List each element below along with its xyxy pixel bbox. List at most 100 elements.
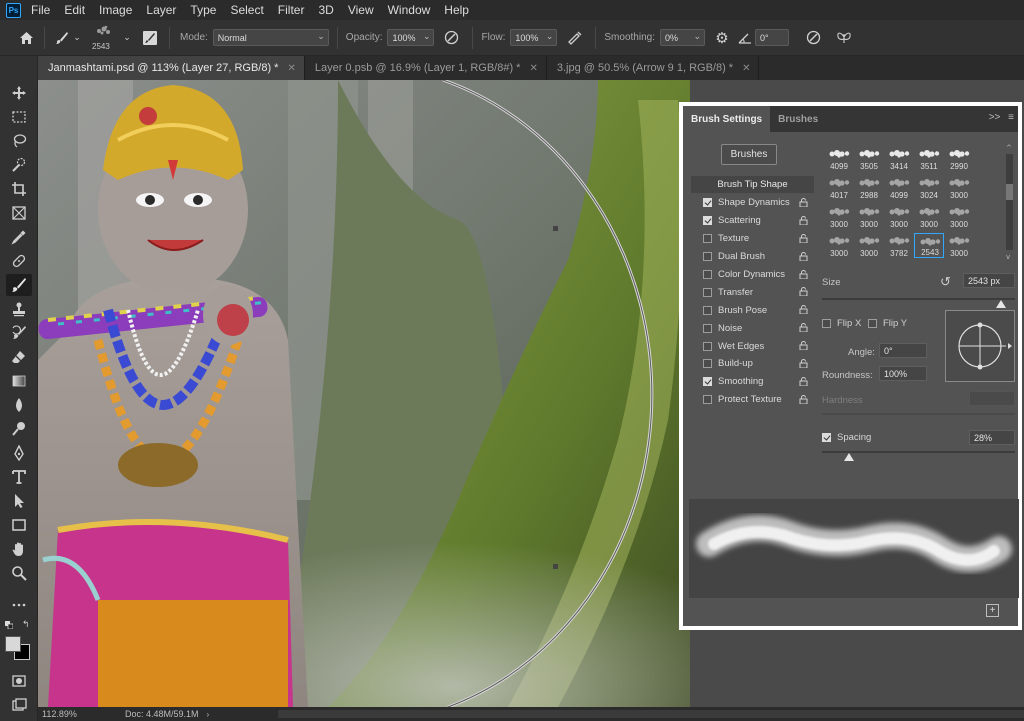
eyedropper-tool-icon[interactable]	[6, 226, 32, 248]
lock-icon[interactable]	[799, 251, 808, 261]
checkbox-icon[interactable]	[703, 252, 712, 262]
document-tab[interactable]: Layer 0.psb @ 16.9% (Layer 1, RGB/8#) * …	[305, 56, 547, 80]
brush-tip-preset[interactable]: 3511	[914, 146, 944, 171]
checkbox-icon[interactable]	[703, 323, 712, 333]
symmetry-butterfly-icon[interactable]	[831, 31, 857, 45]
brush-setting-item[interactable]: Build-up	[691, 355, 814, 373]
brush-tip-preset[interactable]: 2990	[944, 146, 974, 171]
lock-icon[interactable]	[799, 269, 808, 279]
brush-tip-preset[interactable]: 3000	[944, 204, 974, 229]
healing-brush-tool-icon[interactable]	[6, 250, 32, 272]
brush-setting-item[interactable]: Brush Pose	[691, 301, 814, 319]
quick-selection-tool-icon[interactable]	[6, 154, 32, 176]
brush-preset-picker[interactable]: 2543	[87, 23, 121, 53]
brush-tip-preset[interactable]: 3414	[884, 146, 914, 171]
spacing-checkbox[interactable]: Spacing	[822, 432, 871, 443]
brush-setting-item[interactable]: Shape Dynamics	[691, 194, 814, 212]
crop-tool-icon[interactable]	[6, 178, 32, 200]
more-tools-icon[interactable]	[6, 594, 32, 616]
spacing-slider-thumb[interactable]	[844, 453, 855, 461]
brush-tip-preset[interactable]: 3000	[944, 175, 974, 200]
dodge-tool-icon[interactable]	[6, 418, 32, 440]
checkbox-icon[interactable]	[703, 270, 712, 279]
tab-brushes[interactable]: Brushes	[770, 106, 826, 132]
lasso-tool-icon[interactable]	[6, 130, 32, 152]
size-field[interactable]: 2543 px	[963, 273, 1015, 288]
zoom-level[interactable]: 112.89%	[42, 709, 97, 719]
brush-tip-preset[interactable]: 4017	[824, 175, 854, 200]
airbrush-icon[interactable]	[561, 31, 587, 45]
menu-3d[interactable]: 3D	[318, 3, 333, 17]
rectangle-tool-icon[interactable]	[6, 514, 32, 536]
close-icon[interactable]: ✕	[529, 63, 537, 74]
document-tab[interactable]: 3.jpg @ 50.5% (Arrow 9 1, RGB/8) * ✕	[547, 56, 760, 80]
brush-tip-preset[interactable]: 4099	[824, 146, 854, 171]
menu-window[interactable]: Window	[388, 3, 431, 17]
brush-tip-preset[interactable]: 4099	[884, 175, 914, 200]
checkbox-icon[interactable]	[703, 305, 712, 315]
menu-help[interactable]: Help	[444, 3, 469, 17]
panel-menu-icon[interactable]: ≡	[1008, 112, 1014, 123]
pressure-size-icon[interactable]	[797, 30, 831, 45]
screen-mode-icon[interactable]	[6, 694, 32, 716]
checkbox-icon[interactable]	[703, 198, 712, 208]
quick-mask-icon[interactable]	[6, 670, 32, 692]
brush-tip-preset[interactable]: 3782	[884, 233, 914, 258]
close-icon[interactable]: ✕	[287, 63, 295, 74]
brush-tip-preset[interactable]: 3024	[914, 175, 944, 200]
document-tab[interactable]: Janmashtami.psd @ 113% (Layer 27, RGB/8)…	[38, 56, 305, 80]
menu-image[interactable]: Image	[99, 3, 132, 17]
path-selection-tool-icon[interactable]	[6, 490, 32, 512]
tab-brush-settings[interactable]: Brush Settings	[683, 106, 771, 132]
checkbox-icon[interactable]	[703, 395, 712, 405]
gear-icon[interactable]: ⚙	[709, 29, 735, 47]
checkbox-icon[interactable]	[703, 216, 712, 226]
brush-setting-item[interactable]: Smoothing	[691, 373, 814, 391]
flip-y-checkbox[interactable]: Flip Y	[868, 318, 907, 329]
brush-setting-item[interactable]: Noise	[691, 319, 814, 337]
flip-x-checkbox[interactable]: Flip X	[822, 318, 861, 329]
foreground-color-swatch[interactable]	[5, 636, 21, 652]
lock-icon[interactable]	[799, 233, 808, 243]
brush-tip-preset[interactable]: 3000	[854, 233, 884, 258]
size-slider-thumb[interactable]	[996, 300, 1007, 308]
eraser-tool-icon[interactable]	[6, 346, 32, 368]
flow-field[interactable]: 100% ⌄	[510, 29, 558, 46]
brush-angle-field[interactable]: 0°	[754, 29, 789, 46]
spacing-field[interactable]: 28%	[969, 430, 1015, 445]
brush-angle-icon[interactable]	[735, 32, 755, 44]
reset-size-icon[interactable]: ↺	[940, 274, 951, 290]
brush-tip-preset[interactable]: 3000	[824, 233, 854, 258]
tip-grid-scrollbar[interactable]: ^ v	[1005, 142, 1014, 262]
marquee-tool-icon[interactable]	[6, 106, 32, 128]
brush-tip-preset[interactable]: 2988	[854, 175, 884, 200]
size-slider-track[interactable]	[822, 298, 1015, 300]
angle-roundness-widget[interactable]	[945, 310, 1015, 382]
blend-mode-select[interactable]: Normal ⌄	[212, 29, 329, 46]
brush-tool-preset-icon[interactable]	[53, 31, 71, 45]
brush-tip-preset[interactable]: 3000	[824, 204, 854, 229]
opacity-field[interactable]: 100% ⌄	[387, 29, 435, 46]
history-brush-tool-icon[interactable]	[6, 322, 32, 344]
gradient-tool-icon[interactable]	[6, 370, 32, 392]
brush-setting-item[interactable]: Color Dynamics	[691, 266, 814, 284]
menu-type[interactable]: Type	[190, 3, 216, 17]
chevron-down-icon[interactable]: ⌄	[71, 32, 83, 43]
brushes-button[interactable]: Brushes	[721, 144, 777, 165]
brush-tip-shape-item[interactable]: Brush Tip Shape	[691, 176, 814, 193]
angle-field[interactable]: 0°	[879, 343, 927, 358]
brush-tip-preset[interactable]: 3000	[944, 233, 974, 258]
lock-icon[interactable]	[799, 305, 808, 315]
photoshop-logo[interactable]: Ps	[6, 2, 21, 18]
lock-icon[interactable]	[799, 198, 808, 207]
zoom-tool-icon[interactable]	[6, 562, 32, 584]
pressure-opacity-icon[interactable]	[438, 30, 464, 45]
document-canvas[interactable]	[38, 80, 690, 707]
brush-setting-item[interactable]: Protect Texture	[691, 391, 814, 409]
swap-colors-icon[interactable]: ↰	[22, 619, 32, 629]
hand-tool-icon[interactable]	[6, 538, 32, 560]
type-tool-icon[interactable]	[6, 466, 32, 488]
lock-icon[interactable]	[799, 287, 808, 297]
brush-tool-icon[interactable]	[6, 274, 32, 296]
lock-icon[interactable]	[799, 215, 808, 225]
